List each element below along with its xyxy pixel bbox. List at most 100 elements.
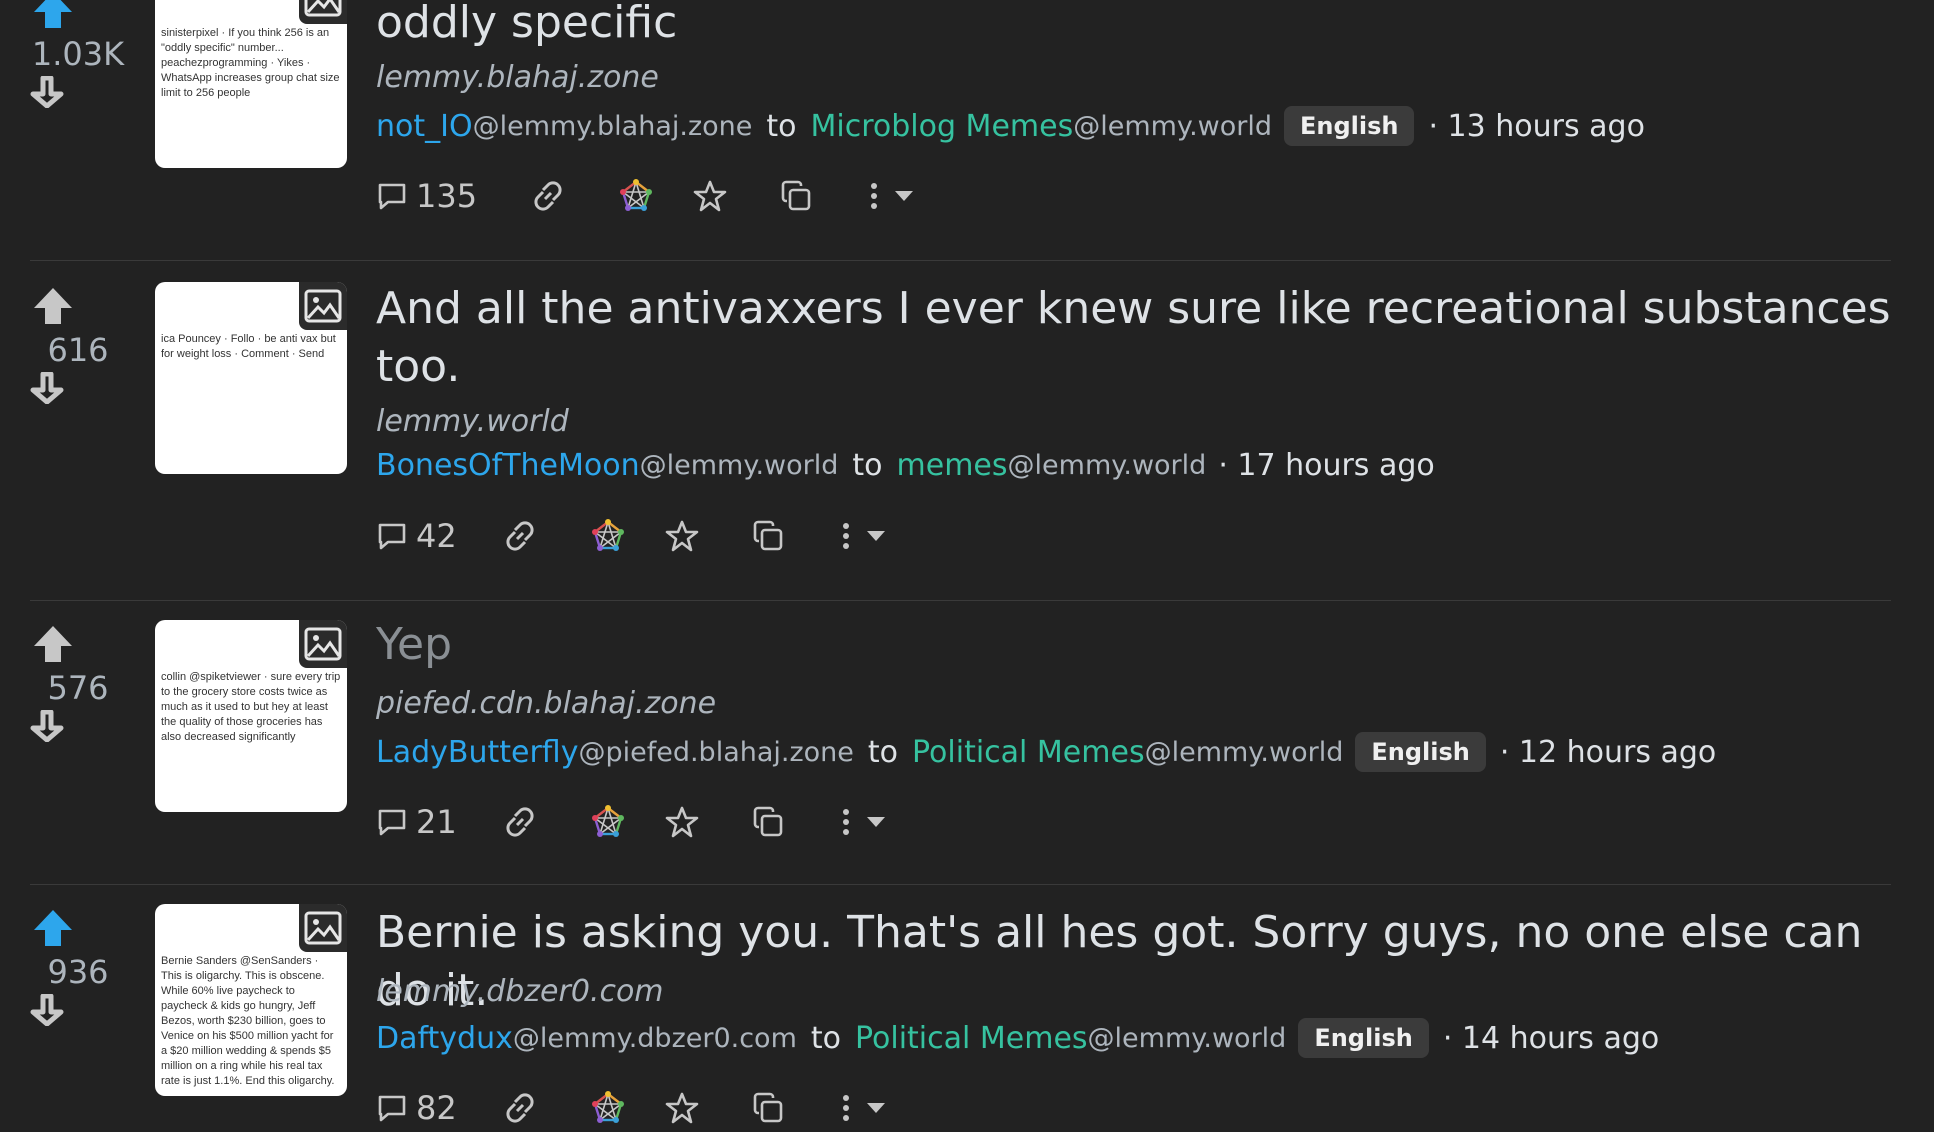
comment-count: 42 bbox=[416, 517, 457, 555]
post-actions: 21 bbox=[376, 798, 887, 846]
post-meta: not_IO @lemmy.blahaj.zone to Microblog Me… bbox=[376, 106, 1645, 146]
comments-button[interactable]: 42 bbox=[376, 517, 457, 555]
more-options-button[interactable] bbox=[869, 180, 915, 212]
arrow-down-icon bbox=[30, 76, 126, 108]
post-author[interactable]: LadyButterfly bbox=[376, 735, 578, 770]
downvote-button[interactable] bbox=[30, 76, 126, 108]
link-icon bbox=[501, 803, 539, 841]
more-vertical-icon bbox=[841, 1092, 851, 1124]
post-community[interactable]: Political Memes bbox=[855, 1021, 1088, 1056]
arrow-down-icon bbox=[30, 372, 126, 404]
language-badge: English bbox=[1284, 106, 1415, 146]
to-label: to bbox=[810, 1020, 841, 1056]
upvote-button[interactable] bbox=[30, 0, 126, 30]
post-domain[interactable]: lemmy.world bbox=[376, 404, 569, 439]
thumbnail-image-text: ica Pouncey · Follo · be anti vax but fo… bbox=[161, 333, 336, 360]
comments-button[interactable]: 82 bbox=[376, 1089, 457, 1127]
more-options-button[interactable] bbox=[841, 520, 887, 552]
post-thumbnail[interactable]: collin @spiketviewer · sure every trip t… bbox=[155, 620, 347, 812]
image-icon bbox=[299, 620, 347, 668]
post-domain[interactable]: lemmy.blahaj.zone bbox=[376, 60, 659, 95]
fediverse-icon bbox=[591, 1091, 625, 1125]
more-options-button[interactable] bbox=[841, 806, 887, 838]
post-thumbnail[interactable]: Bernie Sanders @SenSanders · This is oli… bbox=[155, 904, 347, 1096]
comment-icon bbox=[376, 180, 408, 212]
link-button[interactable] bbox=[501, 803, 539, 841]
upvote-button[interactable] bbox=[30, 286, 126, 326]
post-title[interactable]: Yep bbox=[376, 616, 1896, 674]
downvote-button[interactable] bbox=[30, 372, 126, 404]
link-button[interactable] bbox=[501, 1089, 539, 1127]
more-vertical-icon bbox=[869, 180, 879, 212]
cross-post-button[interactable] bbox=[751, 519, 785, 553]
arrow-down-icon bbox=[30, 710, 126, 742]
post-community[interactable]: Microblog Memes bbox=[811, 109, 1074, 144]
post-age: · 13 hours ago bbox=[1428, 108, 1645, 144]
arrow-up-icon bbox=[30, 624, 126, 664]
post-community[interactable]: Political Memes bbox=[912, 735, 1145, 770]
cross-post-button[interactable] bbox=[751, 805, 785, 839]
save-button[interactable] bbox=[665, 519, 699, 553]
post-title[interactable]: And all the antivaxxers I ever knew sure… bbox=[376, 280, 1896, 396]
author-instance[interactable]: @piefed.blahaj.zone bbox=[578, 737, 853, 768]
star-icon bbox=[665, 519, 699, 553]
post-actions: 42 bbox=[376, 512, 887, 560]
post-author[interactable]: not_IO bbox=[376, 109, 473, 144]
caret-down-icon bbox=[893, 189, 915, 203]
link-icon bbox=[501, 1089, 539, 1127]
image-icon bbox=[299, 282, 347, 330]
comments-button[interactable]: 21 bbox=[376, 803, 457, 841]
post-thumbnail[interactable]: sinisterpixel · If you think 256 is an "… bbox=[155, 0, 347, 168]
post-divider bbox=[30, 884, 1891, 885]
star-icon bbox=[665, 805, 699, 839]
upvote-button[interactable] bbox=[30, 908, 126, 948]
caret-down-icon bbox=[865, 1101, 887, 1115]
fediverse-button[interactable] bbox=[591, 519, 625, 553]
copy-icon bbox=[751, 519, 785, 553]
fediverse-icon bbox=[591, 519, 625, 553]
vote-column: 1.03K bbox=[30, 0, 126, 108]
community-instance[interactable]: @lemmy.world bbox=[1088, 1023, 1287, 1054]
more-vertical-icon bbox=[841, 520, 851, 552]
post-age: · 17 hours ago bbox=[1218, 448, 1435, 483]
link-button[interactable] bbox=[501, 517, 539, 555]
post-actions: 135 bbox=[376, 172, 915, 220]
author-instance[interactable]: @lemmy.world bbox=[640, 450, 839, 481]
to-label: to bbox=[852, 448, 883, 483]
more-options-button[interactable] bbox=[841, 1092, 887, 1124]
arrow-up-icon bbox=[30, 286, 126, 326]
community-instance[interactable]: @lemmy.world bbox=[1073, 111, 1272, 142]
post-domain[interactable]: lemmy.dbzer0.com bbox=[376, 974, 664, 1009]
vote-column: 936 bbox=[30, 908, 126, 1026]
cross-post-button[interactable] bbox=[751, 1091, 785, 1125]
upvote-button[interactable] bbox=[30, 624, 126, 664]
to-label: to bbox=[867, 734, 899, 770]
fediverse-button[interactable] bbox=[619, 179, 653, 213]
caret-down-icon bbox=[865, 529, 887, 543]
post-score: 576 bbox=[47, 669, 109, 707]
author-instance[interactable]: @lemmy.dbzer0.com bbox=[513, 1023, 797, 1054]
link-button[interactable] bbox=[529, 177, 567, 215]
post-author[interactable]: Daftydux bbox=[376, 1021, 513, 1056]
community-instance[interactable]: @lemmy.world bbox=[1145, 737, 1344, 768]
post-community[interactable]: memes bbox=[897, 448, 1008, 483]
image-icon bbox=[299, 904, 347, 952]
author-instance[interactable]: @lemmy.blahaj.zone bbox=[473, 111, 753, 142]
post-title[interactable]: oddly specific bbox=[376, 0, 1896, 52]
downvote-button[interactable] bbox=[30, 710, 126, 742]
fediverse-button[interactable] bbox=[591, 1091, 625, 1125]
post-author[interactable]: BonesOfTheMoon bbox=[376, 448, 640, 483]
community-instance[interactable]: @lemmy.world bbox=[1008, 450, 1207, 481]
fediverse-button[interactable] bbox=[591, 805, 625, 839]
post-domain[interactable]: piefed.cdn.blahaj.zone bbox=[376, 686, 716, 721]
comments-button[interactable]: 135 bbox=[376, 177, 477, 215]
save-button[interactable] bbox=[693, 179, 727, 213]
comment-icon bbox=[376, 520, 408, 552]
save-button[interactable] bbox=[665, 805, 699, 839]
cross-post-button[interactable] bbox=[779, 179, 813, 213]
save-button[interactable] bbox=[665, 1091, 699, 1125]
post-thumbnail[interactable]: ica Pouncey · Follo · be anti vax but fo… bbox=[155, 282, 347, 474]
link-icon bbox=[529, 177, 567, 215]
downvote-button[interactable] bbox=[30, 994, 126, 1026]
post-meta: LadyButterfly @piefed.blahaj.zone to Poli… bbox=[376, 732, 1716, 772]
